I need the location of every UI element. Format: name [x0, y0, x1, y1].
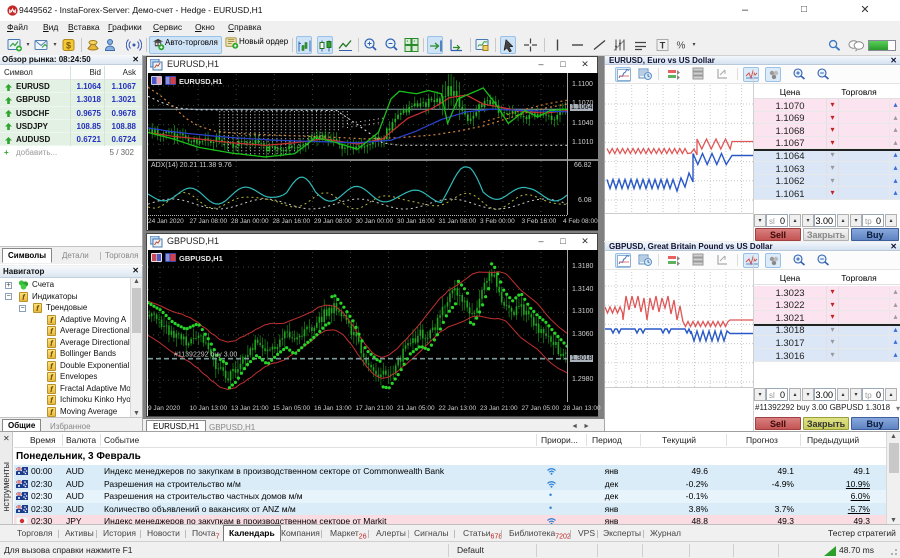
- svg-text:%: %: [677, 41, 686, 52]
- svg-text:$: $: [66, 41, 71, 51]
- svg-text:#11392292 buy 3.00: #11392292 buy 3.00: [174, 352, 237, 359]
- svg-text:T: T: [660, 41, 666, 51]
